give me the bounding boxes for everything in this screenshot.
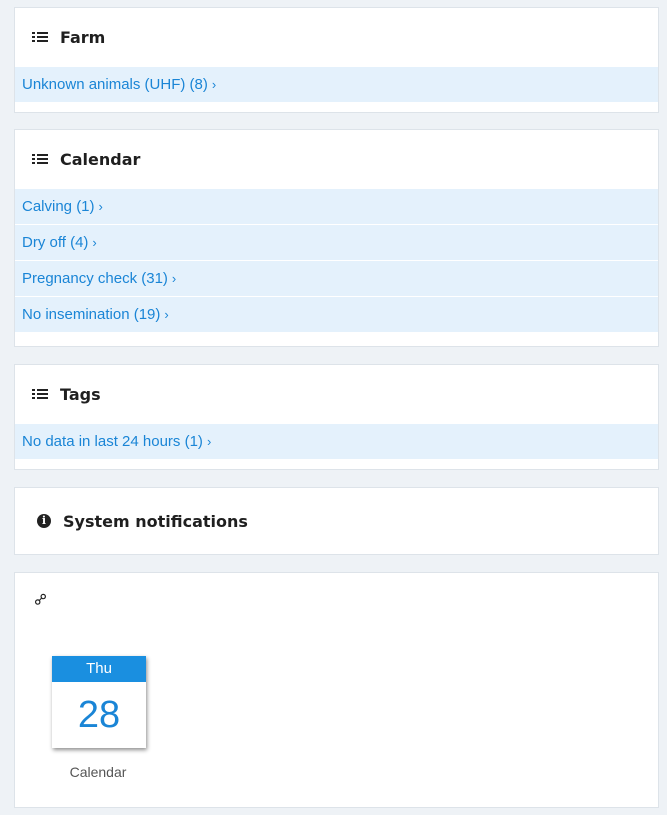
list-item-unknown-animals[interactable]: Unknown animals (UHF) (8) › xyxy=(15,66,658,102)
chevron-right-icon: › xyxy=(164,307,169,322)
list-item-label: Dry off (4) xyxy=(22,234,89,251)
farm-panel-title: Farm xyxy=(60,27,106,47)
calendar-shortcut-tile[interactable]: Thu 28 xyxy=(52,656,146,748)
chevron-right-icon: › xyxy=(206,434,212,449)
list-item-pregnancy-check[interactable]: Pregnancy check (31) › xyxy=(15,260,658,296)
list-item-no-data-24h[interactable]: No data in last 24 hours (1) › xyxy=(15,423,658,459)
calendar-panel-header: Calendar xyxy=(15,130,658,188)
chevron-right-icon: › xyxy=(211,77,217,92)
list-item-label: Unknown animals (UHF) (8) xyxy=(22,76,208,93)
calendar-tile-day: Thu xyxy=(52,656,146,682)
system-notifications-title: System notifications xyxy=(63,511,248,531)
list-icon xyxy=(32,388,48,400)
list-item-label: Pregnancy check (31) xyxy=(22,270,168,287)
tags-panel-header: Tags xyxy=(15,365,658,423)
list-item-label: No data in last 24 hours (1) xyxy=(22,433,203,450)
shortcuts-panel: ⚯ Thu 28 Calendar xyxy=(14,572,659,808)
tags-panel: Tags No data in last 24 hours (1) › xyxy=(14,364,659,470)
chevron-right-icon: › xyxy=(98,199,103,214)
calendar-panel: Calendar Calving (1) › Dry off (4) › Pre… xyxy=(14,129,659,347)
list-item-label: Calving (1) xyxy=(22,198,95,215)
list-item-no-insemination[interactable]: No insemination (19) › xyxy=(15,296,658,332)
list-icon xyxy=(32,31,48,43)
list-item-calving[interactable]: Calving (1) › xyxy=(15,188,658,224)
list-item-dry-off[interactable]: Dry off (4) › xyxy=(15,224,658,260)
calendar-shortcut-label[interactable]: Calendar xyxy=(42,764,154,780)
info-icon: i xyxy=(37,514,51,528)
farm-panel: Farm Unknown animals (UHF) (8) › xyxy=(14,7,659,113)
calendar-tile-date: 28 xyxy=(77,694,121,736)
farm-panel-header: Farm xyxy=(15,8,658,66)
list-item-label: No insemination (19) xyxy=(22,306,161,323)
tags-panel-title: Tags xyxy=(60,384,101,404)
system-notifications-header: i System notifications xyxy=(15,488,658,554)
calendar-panel-title: Calendar xyxy=(60,149,141,169)
system-notifications-panel: i System notifications xyxy=(14,487,659,555)
list-icon xyxy=(32,153,48,165)
chevron-right-icon: › xyxy=(92,235,97,250)
chevron-right-icon: › xyxy=(171,271,177,286)
link-icon: ⚯ xyxy=(29,588,53,611)
